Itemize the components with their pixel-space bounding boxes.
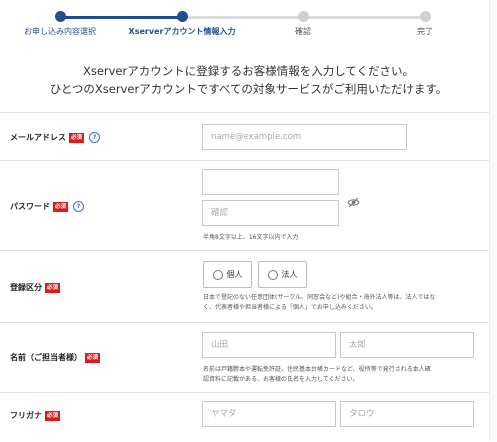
required-badge: 必須 (85, 352, 101, 363)
intro-line-2: ひとつのXserverアカウントですべての対象サービスがご利用いただけます。 (49, 82, 448, 96)
radio-circle-icon (267, 269, 278, 280)
first-name-input[interactable] (340, 332, 474, 358)
furigana-label: フリガナ (10, 411, 42, 420)
required-badge: 必須 (53, 201, 69, 212)
step-dot-2 (177, 11, 188, 22)
required-badge: 必須 (69, 132, 85, 143)
radio-corporate[interactable]: 法人 (258, 261, 307, 288)
step-label-2: Xserverアカウント情報入力 (128, 27, 236, 36)
furigana-label-group: フリガナ 必須 (10, 410, 61, 421)
email-label-group: メールアドレス 必須 ? (10, 132, 101, 143)
help-circle-icon[interactable]: ? (89, 132, 101, 143)
email-row: メールアドレス 必須 ? (0, 112, 489, 161)
intro-text: Xserverアカウントに登録するお客様情報を入力してください。 ひとつのXse… (0, 62, 497, 98)
name-label: 名前（ご担当者様） (10, 353, 82, 362)
name-label-group: 名前（ご担当者様） 必須 (10, 352, 101, 363)
step-dot-3 (298, 11, 309, 22)
progress-stepper: お申し込み内容選択 Xserverアカウント情報入力 確認 完了 (0, 0, 497, 44)
email-input[interactable] (202, 124, 407, 150)
email-label: メールアドレス (10, 133, 66, 142)
required-badge: 必須 (45, 410, 61, 421)
registration-type-note-2: く、代表者様や担当者様による「個人」でお申し込みください。 (203, 304, 377, 311)
password-input[interactable] (202, 169, 339, 195)
registration-type-row: 登録区分 必須 個人 法人 日本で登記のない任意団体(サークル、同窓会など)や組… (0, 250, 489, 323)
name-row: 名前（ご担当者様） 必須 名前は戸籍謄本や運転免許証、住民基本台帳カードなど、役… (0, 322, 489, 393)
step-dot-1 (55, 11, 66, 22)
password-confirm-input[interactable] (202, 200, 339, 226)
step-label-3: 確認 (295, 27, 311, 36)
password-label-group: パスワード 必須 ? (10, 201, 85, 212)
radio-individual-label: 個人 (226, 270, 243, 279)
radio-individual[interactable]: 個人 (203, 261, 252, 288)
step-label-4: 完了 (417, 27, 433, 36)
intro-line-1: Xserverアカウントに登録するお客様情報を入力してください。 (82, 64, 415, 78)
password-row: パスワード 必須 ? 半角8文字以上、16文字以内で入力 (0, 160, 489, 251)
radio-circle-icon (212, 269, 223, 280)
last-name-input[interactable] (202, 332, 336, 358)
required-badge: 必須 (45, 282, 61, 293)
scrollbar-track[interactable] (489, 0, 497, 441)
furigana-first-input[interactable] (340, 401, 474, 427)
radio-corporate-label: 法人 (281, 270, 298, 279)
step-label-1: お申し込み内容選択 (24, 27, 96, 36)
name-note-2: 認資料に記載がある、お客様の氏名を入力してください。 (203, 376, 359, 383)
progress-track-completed (60, 16, 182, 19)
registration-type-label-group: 登録区分 必須 (10, 282, 61, 293)
registration-type-note-1: 日本で登記のない任意団体(サークル、同窓会など)や組合・海外法人等は、法人ではな (203, 294, 436, 301)
password-label: パスワード (10, 202, 50, 211)
name-note-1: 名前は戸籍謄本や運転免許証、住民基本台帳カードなど、役所等で発行される本人確 (203, 366, 431, 373)
password-note: 半角8文字以上、16文字以内で入力 (203, 234, 299, 241)
registration-type-label: 登録区分 (10, 283, 42, 292)
help-circle-icon[interactable]: ? (73, 201, 85, 212)
furigana-row: フリガナ 必須 (0, 392, 489, 442)
step-dot-4 (420, 11, 431, 22)
eye-slash-icon[interactable] (347, 193, 360, 212)
furigana-last-input[interactable] (202, 401, 336, 427)
